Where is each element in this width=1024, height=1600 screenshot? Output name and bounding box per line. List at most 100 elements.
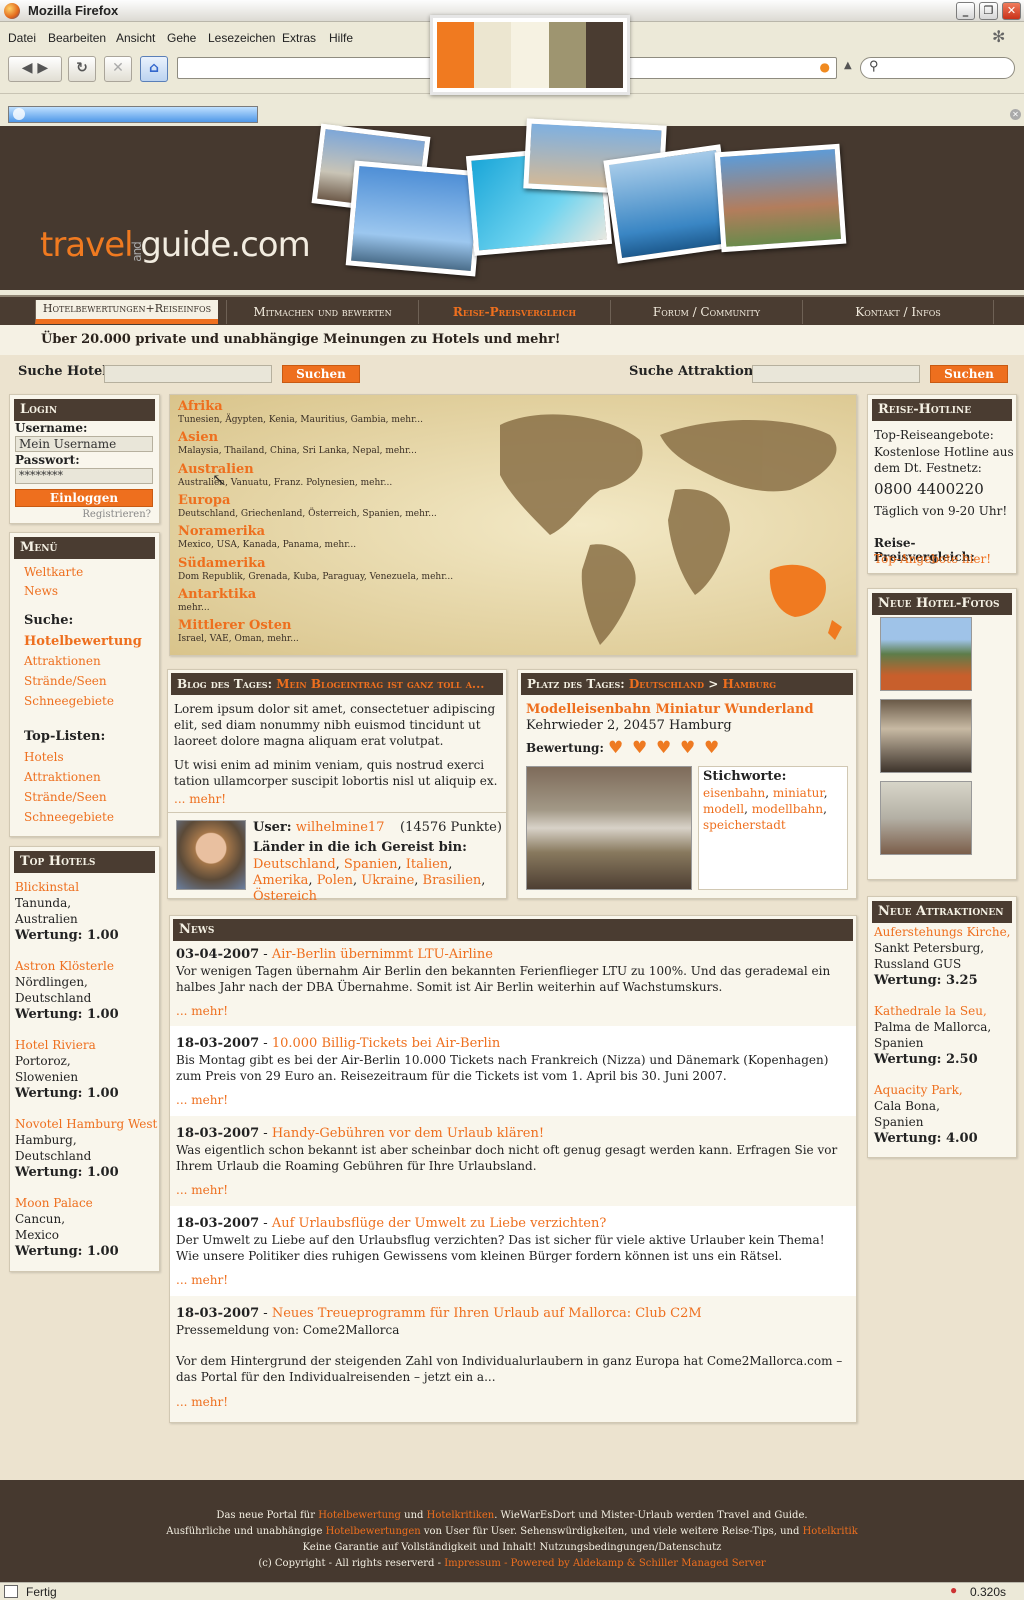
menu-hotelbewertung[interactable]: Hotelbewertung (24, 634, 142, 649)
close-progress-icon[interactable]: ✕ (1010, 109, 1021, 120)
dropdown-icon[interactable]: ▲ (844, 60, 852, 71)
news-title-link[interactable]: Handy-Gebühren vor dem Urlaub klären! (272, 1126, 544, 1141)
menu-bearbeiten[interactable]: Bearbeiten (48, 31, 106, 45)
country-link[interactable]: Brasilien (423, 873, 482, 888)
region-3-link[interactable]: Europa (178, 493, 230, 508)
country-link[interactable]: Ukraine (361, 873, 414, 888)
place-photo[interactable] (526, 766, 692, 890)
attraction-search-button[interactable]: Suchen (930, 365, 1008, 383)
region-0-link[interactable]: Afrika (178, 399, 223, 414)
region-6-link[interactable]: Antarktika (178, 587, 256, 602)
country-link[interactable]: Italien (406, 857, 449, 872)
hotline-phone[interactable]: 0800 4400220 (874, 480, 984, 498)
hotel-photo-1[interactable] (880, 617, 972, 691)
footer-link-hotelkritik[interactable]: Hotelkritik (803, 1526, 858, 1537)
hotel-photo-2[interactable] (880, 699, 972, 773)
region-1-link[interactable]: Asien (178, 430, 218, 445)
username-input[interactable]: Mein Username (15, 436, 153, 452)
top-hotel-4-name[interactable]: Moon Palace (15, 1196, 93, 1210)
region-7-link[interactable]: Mittlerer Osten (178, 618, 291, 633)
map-australia-highlight[interactable] (769, 564, 826, 617)
menu-datei[interactable]: Datei (8, 31, 36, 45)
footer-link-hotelbewertungen[interactable]: Hotelbewertungen (326, 1526, 421, 1537)
menu-extras[interactable]: Extras (282, 31, 316, 45)
place-city-link[interactable]: Hamburg (723, 677, 777, 691)
top-hotel-2-name[interactable]: Hotel Riviera (15, 1038, 96, 1052)
stop-icon[interactable]: ✕ (104, 56, 132, 82)
footer-link-hotelkritiken[interactable]: Hotelkritiken (427, 1510, 495, 1521)
password-input[interactable]: ******** (15, 468, 153, 484)
menu-schneegebiete[interactable]: Schneegebiete (24, 694, 114, 708)
menu-weltkarte[interactable]: Weltkarte (24, 565, 83, 579)
top-hotel-0-name[interactable]: Blickinstal (15, 880, 79, 894)
tag-link[interactable]: miniatur (773, 786, 824, 800)
place-country-link[interactable]: Deutschland (629, 677, 704, 691)
hotel-search-input[interactable] (104, 365, 272, 383)
login-button[interactable]: Einloggen (15, 489, 153, 507)
news-item-0-more[interactable]: ... mehr! (176, 1004, 228, 1018)
avatar[interactable] (176, 820, 246, 890)
blog-entry-link[interactable]: Mein Blogeintrag ist ganz toll a... (276, 677, 484, 691)
nav-preisvergleich[interactable]: Reise-Preisvergleich (418, 300, 610, 324)
menu-lesezeichen[interactable]: Lesezeichen (208, 31, 275, 45)
news-title-link[interactable]: Neues Treueprogramm für Ihren Urlaub auf… (272, 1306, 702, 1321)
hotel-search-button[interactable]: Suchen (282, 365, 360, 383)
blog-more-link[interactable]: ... mehr! (174, 792, 226, 806)
menu-top-schneegebiete[interactable]: Schneegebiete (24, 810, 114, 824)
news-title-link[interactable]: Auf Urlaubsflüge der Umwelt zu Liebe ver… (272, 1216, 606, 1231)
menu-attraktionen[interactable]: Attraktionen (24, 654, 101, 668)
nav-mitmachen[interactable]: Mitmachen und bewerten (226, 300, 418, 324)
footer-link-hotelbewertung[interactable]: Hotelbewertung (318, 1510, 401, 1521)
news-item-2-more[interactable]: ... mehr! (176, 1183, 228, 1197)
news-item-3-more[interactable]: ... mehr! (176, 1273, 228, 1287)
nav-forum[interactable]: Forum / Community (610, 300, 802, 324)
back-forward-button[interactable]: ◀ ▶ (8, 56, 62, 82)
region-4-link[interactable]: Noramerika (178, 524, 265, 539)
top-hotel-3-name[interactable]: Novotel Hamburg West (15, 1117, 157, 1131)
region-5-link[interactable]: Südamerika (178, 556, 266, 571)
tag-link[interactable]: modellbahn (752, 802, 823, 816)
attraction-search-input[interactable] (752, 365, 920, 383)
hotline-compare-link[interactable]: Top-Angebote hier! (874, 552, 991, 566)
nav-hotelbewertungen[interactable]: Hotelbewertungen+Reiseinfos (35, 300, 218, 324)
nav-kontakt[interactable]: Kontakt / Infos (802, 300, 994, 324)
place-name-link[interactable]: Modelleisenbahn Miniatur Wunderland (526, 702, 814, 717)
maximize-button[interactable]: ❐ (979, 2, 998, 20)
country-link[interactable]: Polen (317, 873, 353, 888)
home-icon[interactable]: ⌂ (140, 56, 168, 82)
reload-icon[interactable]: ↻ (68, 56, 96, 82)
menu-straende[interactable]: Strände/Seen (24, 674, 107, 688)
minimize-button[interactable]: _ (956, 2, 975, 20)
tag-link[interactable]: speicherstadt (703, 818, 786, 832)
menu-top-hotels[interactable]: Hotels (24, 750, 64, 764)
tag-link[interactable]: modell (703, 802, 744, 816)
user-link[interactable]: wilhelmine17 (296, 820, 385, 835)
country-link[interactable]: Amerika (253, 873, 308, 888)
search-input[interactable]: ⚲ (860, 57, 1015, 79)
site-logo[interactable]: travelandguide.com (40, 225, 311, 265)
country-link[interactable]: Deutschland (253, 857, 336, 872)
footer-link-impressum[interactable]: Impressum - Powered by Aldekamp & Schill… (444, 1558, 678, 1569)
tag-link[interactable]: eisenbahn (703, 786, 765, 800)
attraction-1-name[interactable]: Kathedrale la Seu, (874, 1004, 987, 1018)
news-item-1-more[interactable]: ... mehr! (176, 1093, 228, 1107)
menu-hilfe[interactable]: Hilfe (329, 31, 353, 45)
country-link[interactable]: Spanien (344, 857, 398, 872)
map-new-zealand[interactable] (828, 620, 842, 640)
footer-link-managed-server[interactable]: Managed Server (681, 1558, 765, 1569)
news-title-link[interactable]: Air-Berlin übernimmt LTU-Airline (272, 947, 493, 962)
menu-ansicht[interactable]: Ansicht (116, 31, 155, 45)
country-link[interactable]: Östereich (253, 889, 317, 904)
news-title-link[interactable]: 10.000 Billig-Tickets bei Air-Berlin (272, 1036, 500, 1051)
menu-news[interactable]: News (24, 584, 58, 598)
attraction-0-name[interactable]: Auferstehungs Kirche, (874, 925, 1011, 939)
menu-top-straende[interactable]: Strände/Seen (24, 790, 107, 804)
top-hotel-1-name[interactable]: Astron Klösterle (15, 959, 114, 973)
menu-gehe[interactable]: Gehe (167, 31, 196, 45)
attraction-2-name[interactable]: Aquacity Park, (874, 1083, 963, 1097)
register-link[interactable]: Registrieren? (82, 509, 151, 520)
menu-top-attraktionen[interactable]: Attraktionen (24, 770, 101, 784)
close-button[interactable]: ✕ (1002, 2, 1021, 20)
news-item-4-more[interactable]: ... mehr! (176, 1395, 228, 1409)
hotel-photo-3[interactable] (880, 781, 972, 855)
